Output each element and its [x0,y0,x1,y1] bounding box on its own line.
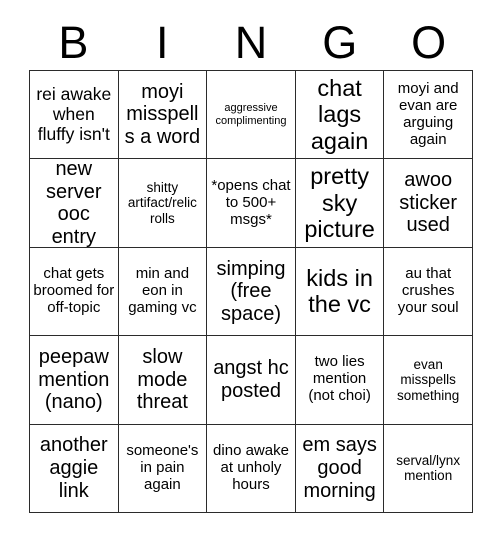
bingo-cell-label: em says good morning [302,434,377,502]
bingo-cell-label: angst hc posted [213,357,289,402]
bingo-cell[interactable]: au that crushes your soul [384,247,473,337]
bingo-cell[interactable]: slow mode threat [118,336,208,425]
bingo-cell[interactable]: another aggie link [30,424,119,513]
bingo-cell-label: min and eon in gaming vc [128,265,197,316]
bingo-cell-label: dino awake at unholy hours [213,441,289,493]
bingo-cell-label: kids in the vc [306,264,373,318]
bingo-cell[interactable]: *opens chat to 500+ msgs* [207,159,296,248]
bingo-cell-label: slow mode threat [136,346,188,414]
bingo-header-letter-b: B [58,16,89,68]
bingo-cell[interactable]: angst hc posted [207,336,296,425]
bingo-header-letter-o: O [411,16,447,68]
bingo-cell[interactable]: two lies mention (not choi) [295,336,385,425]
bingo-cell[interactable]: shitty artifact/relic rolls [118,159,208,248]
bingo-header-letter-n: N [234,16,268,68]
bingo-cell[interactable]: someone's in pain again [118,424,208,513]
bingo-cell[interactable]: dino awake at unholy hours [207,424,296,513]
bingo-grid: rei awake when fluffy isn't moyi misspel… [29,70,473,513]
bingo-cell[interactable]: min and eon in gaming vc [118,247,208,337]
bingo-cell-label: serval/lynx mention [396,453,461,484]
bingo-cell[interactable]: new server ooc entry [30,159,119,248]
bingo-cell-label: aggressive complimenting [215,102,287,127]
bingo-cell-label: simping (free space) [216,257,286,325]
bingo-cell-label: chat gets broomed for off-topic [33,265,115,316]
bingo-cell-label: rei awake when fluffy isn't [36,84,112,144]
bingo-header-letter-g: G [322,16,358,68]
bingo-cell[interactable]: rei awake when fluffy isn't [30,71,119,160]
bingo-cell[interactable]: aggressive complimenting [207,71,296,160]
bingo-cell[interactable]: kids in the vc [295,247,385,337]
bingo-cell-label: two lies mention (not choi) [308,353,371,405]
bingo-cell-label: shitty artifact/relic rolls [127,180,197,226]
bingo-cell-label: someone's in pain again [126,441,199,493]
bingo-cell-label: au that crushes your soul [397,265,459,316]
bingo-cell-label: pretty sky picture [304,163,375,243]
bingo-cell[interactable]: em says good morning [295,424,385,513]
bingo-cell[interactable]: chat gets broomed for off-topic [30,247,119,337]
bingo-cell-label: peepaw mention (nano) [38,346,110,414]
bingo-header-row: B I N G O [29,14,473,70]
bingo-cell-label: moyi and evan are arguing again [397,79,459,148]
bingo-cell[interactable]: moyi and evan are arguing again [384,71,473,160]
bingo-cell[interactable]: serval/lynx mention [384,424,473,513]
bingo-cell-label: awoo sticker used [399,169,458,237]
bingo-cell-free-space[interactable]: simping (free space) [207,247,296,337]
bingo-cell-label: new server ooc entry [46,159,102,248]
bingo-cell-label: chat lags again [310,74,369,154]
bingo-card: B I N G O rei awake when fluffy isn't mo… [0,0,500,544]
bingo-header-letter-i: I [155,16,169,68]
bingo-cell[interactable]: chat lags again [295,71,385,160]
bingo-cell[interactable]: evan misspells something [384,336,473,425]
bingo-cell-label: evan misspells something [397,357,460,403]
bingo-cell[interactable]: pretty sky picture [295,159,385,248]
bingo-cell-label: *opens chat to 500+ msgs* [211,176,291,228]
bingo-cell-label: moyi misspells a word [124,80,201,148]
bingo-cell[interactable]: moyi misspells a word [118,71,208,160]
bingo-cell-label: another aggie link [39,434,108,502]
bingo-cell[interactable]: awoo sticker used [384,159,473,248]
bingo-cell[interactable]: peepaw mention (nano) [30,336,119,425]
